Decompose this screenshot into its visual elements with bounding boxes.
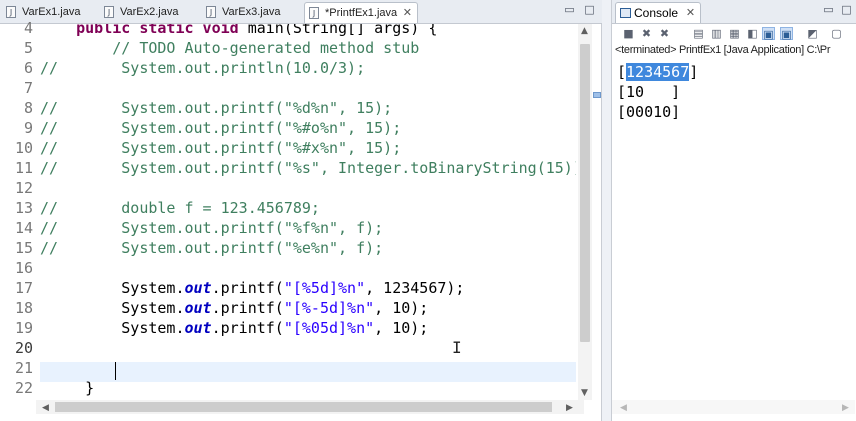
tab-varex3[interactable]: J VarEx3.java (202, 2, 296, 23)
line-number: 19 (14, 319, 33, 337)
close-tab-icon[interactable]: ✕ (403, 3, 412, 24)
tab-varex2[interactable]: J VarEx2.java (100, 2, 192, 23)
line-number: 16 (14, 259, 33, 277)
code-line: System.out.printf("[%-5d]%n", 10); (40, 299, 429, 317)
java-file-icon: J (104, 6, 114, 18)
scroll-left-arrow-icon[interactable]: ◀ (42, 403, 49, 413)
code-line: System.out.printf("[%05d]%n", 10); (40, 319, 429, 337)
line-number: 21 (14, 359, 33, 377)
remove-all-icon[interactable]: ✖ (658, 27, 671, 40)
code-line: System.out.printf("[%5d]%n", 1234567); (40, 279, 465, 297)
code-line: // System.out.printf("%e%n", f); (40, 239, 384, 257)
code-line: public static void main(String[] args) { (76, 24, 438, 37)
code-line: // System.out.printf("%#x%n", 15); (40, 139, 402, 157)
console-icon (620, 8, 631, 18)
java-file-icon: J (206, 6, 216, 18)
vertical-scroll-thumb[interactable] (580, 44, 590, 342)
current-line-highlight (40, 362, 576, 382)
scroll-lock-icon[interactable]: ▥ (710, 27, 723, 40)
line-number: 17 (14, 279, 33, 297)
console-menu-icon[interactable]: ▢ (830, 27, 843, 40)
line-number-gutter: 4 5 6 7 8 9 10 11 12 13 14 15 16 17 18 1… (0, 19, 36, 401)
console-output-line: [1234567] (617, 63, 699, 81)
word-wrap-icon[interactable]: ▦ (728, 27, 741, 40)
copy-icon[interactable]: ▤ (692, 27, 705, 40)
console-view: Console ✕ ▭ □ ■ ✖ ✖ ▤ ▥ ▦ ◧ ▣ ▣ ◩ ▢ <ter… (611, 0, 856, 421)
line-number: 20 (14, 339, 33, 357)
tab-printfex1[interactable]: J *PrintfEx1.java ✕ (304, 2, 418, 23)
tab-console[interactable]: Console ✕ (615, 2, 702, 24)
horizontal-scroll-thumb[interactable] (55, 402, 552, 412)
line-number: 7 (23, 79, 33, 97)
line-number: 15 (14, 239, 33, 257)
tab-label: VarEx2.java (120, 6, 179, 18)
console-toolbar: ■ ✖ ✖ ▤ ▥ ▦ ◧ ▣ ▣ ◩ ▢ (612, 24, 856, 44)
selected-text: 1234567 (626, 63, 690, 81)
java-file-icon: J (6, 6, 16, 18)
line-number: 5 (23, 39, 33, 57)
scroll-right-arrow-icon[interactable]: ▶ (842, 403, 849, 413)
line-number: 6 (23, 59, 33, 77)
tab-label: VarEx3.java (222, 6, 281, 18)
close-console-icon[interactable]: ✕ (686, 3, 695, 24)
code-line: } (40, 379, 95, 397)
line-number: 8 (23, 99, 33, 117)
terminate-icon[interactable]: ■ (622, 27, 635, 40)
line-number: 18 (14, 299, 33, 317)
console-horizontal-scrollbar[interactable] (612, 400, 855, 414)
line-number: 13 (14, 199, 33, 217)
maximize-icon[interactable]: □ (583, 4, 596, 16)
tab-label: VarEx1.java (22, 6, 81, 18)
line-number: 12 (14, 179, 33, 197)
code-line: // System.out.println(10.0/3); (40, 59, 366, 77)
minimize-icon[interactable]: ▭ (822, 4, 835, 16)
open-console-icon[interactable]: ▣ (780, 27, 793, 41)
tab-label: *PrintfEx1.java (325, 7, 398, 19)
java-editor: J VarEx1.java J VarEx2.java J VarEx3.jav… (0, 0, 602, 421)
scroll-left-arrow-icon[interactable]: ◀ (620, 403, 627, 413)
scroll-up-arrow-icon[interactable]: ▲ (581, 26, 588, 36)
line-number: 11 (14, 159, 33, 177)
line-number: 14 (14, 219, 33, 237)
code-line: // double f = 123.456789; (40, 199, 320, 217)
new-console-icon[interactable]: ◩ (806, 27, 819, 40)
console-output-line: [10 ] (617, 83, 681, 101)
ibeam-cursor-icon: I (452, 338, 462, 357)
console-header: Console ✕ ▭ □ (612, 0, 856, 24)
console-tab-label: Console (634, 6, 679, 20)
code-line: // TODO Auto-generated method stub (40, 39, 420, 57)
line-number: 10 (14, 139, 33, 157)
minimize-icon[interactable]: ▭ (563, 4, 576, 16)
code-line: // System.out.printf("%#o%n", 15); (40, 119, 402, 137)
overview-ruler-marker[interactable] (593, 92, 601, 98)
pin-console-icon[interactable]: ◧ (746, 27, 759, 40)
code-line: // System.out.printf("%s", Integer.toBin… (40, 159, 576, 177)
java-file-icon: J (309, 7, 319, 19)
text-caret (115, 362, 116, 380)
console-output-line: [00010] (617, 103, 681, 121)
code-line: // System.out.printf("%f%n", f); (40, 219, 384, 237)
remove-launch-icon[interactable]: ✖ (640, 27, 653, 40)
scroll-down-arrow-icon[interactable]: ▼ (581, 388, 588, 398)
code-line: // System.out.printf("%d%n", 15); (40, 99, 393, 117)
line-number: 4 (23, 19, 33, 37)
code-area[interactable]: public static void main(String[] args) {… (40, 24, 576, 401)
maximize-icon[interactable]: □ (840, 4, 853, 16)
scroll-right-arrow-icon[interactable]: ▶ (566, 403, 573, 413)
editor-tab-bar: J VarEx1.java J VarEx2.java J VarEx3.jav… (0, 0, 602, 24)
console-status: <terminated> PrintfEx1 [Java Application… (615, 44, 831, 56)
line-number: 22 (14, 379, 33, 397)
display-console-icon[interactable]: ▣ (762, 27, 775, 41)
line-number: 9 (23, 119, 33, 137)
